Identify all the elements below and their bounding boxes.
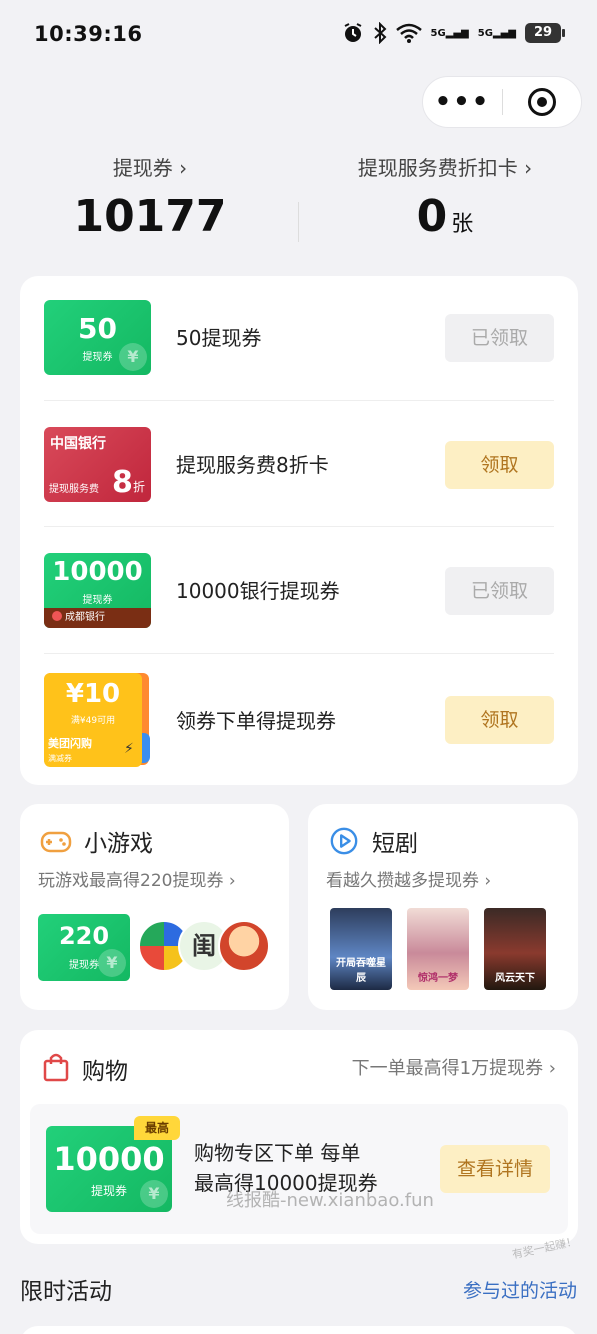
game-avatars: 闺 <box>138 920 272 978</box>
thumb-service: 提现服务费 <box>49 484 99 495</box>
alarm-icon <box>344 23 361 42</box>
discount-card-count: 0张 <box>416 191 474 242</box>
cdb-strip: 成都银行 <box>44 608 151 628</box>
thumb-discount-unit: 折 <box>133 480 146 494</box>
reward-row-50-coupon: 50 提现券 ¥ 50提现券 已领取 <box>44 300 554 376</box>
thumb-amount: 10000 <box>52 557 143 587</box>
thumb-label: 提现券 <box>82 595 113 606</box>
mini-games-card[interactable]: 小游戏 玩游戏最高得220提现券 › 220 提现券 ¥ 闺 <box>20 804 289 1010</box>
watermark: 线报酷-new.xianbao.fun <box>226 1190 434 1211</box>
network-type-2: 5G <box>477 27 493 39</box>
row-divider <box>44 526 554 527</box>
target-icon <box>527 88 556 116</box>
thumb-amount: 50 <box>78 312 117 345</box>
discount-card-summary[interactable]: 提现服务费折扣卡 › 0张 <box>340 152 550 242</box>
thumb-bank: 成都银行 <box>65 612 105 623</box>
coupon-label: 提现券 › <box>112 156 188 180</box>
signal-icon-2: 5G▂▄▆ <box>477 27 516 39</box>
short-drama-subtitle[interactable]: 看越久攒越多提现券 › <box>326 866 491 891</box>
thumb-kind: 满减券 <box>48 754 72 763</box>
short-drama-card[interactable]: 短剧 看越久攒越多提现券 › 开局吞噬星辰 惊鸿一梦 风云天下 <box>308 804 578 1010</box>
game-coupon-thumbnail: 220 提现券 ¥ <box>38 914 130 981</box>
play-icon <box>330 827 358 855</box>
shopping-title: 购物 <box>82 1059 128 1085</box>
claimed-button[interactable]: 已领取 <box>445 567 554 615</box>
boc-card-thumbnail: 中国银行 提现服务费 8 折 <box>44 427 151 502</box>
network-type-1: 5G <box>430 27 446 39</box>
meituan-coupon-thumbnail: ¥10 满¥49可用 美团闪购 满减券 ⚡ <box>44 673 151 767</box>
row-divider <box>44 400 554 401</box>
activities-card-top <box>20 1326 578 1334</box>
discount-card-label: 提现服务费折扣卡 › <box>357 156 533 180</box>
reward-name: 领券下单得提现券 <box>176 709 336 733</box>
summary-divider <box>298 202 299 242</box>
thumb-amount: ¥10 <box>65 679 121 709</box>
mini-games-title: 小游戏 <box>84 831 153 857</box>
close-miniprogram-button[interactable] <box>503 88 581 116</box>
reward-name: 10000银行提现券 <box>176 579 340 603</box>
signal-icon: 5G▂▄▆ <box>430 27 469 39</box>
thumb-bank: 中国银行 <box>50 436 106 452</box>
thumb-brand: 美团闪购 <box>48 737 92 750</box>
drama-poster[interactable]: 惊鸿一梦 <box>407 908 469 990</box>
status-time: 10:39:16 <box>34 22 143 46</box>
shopping-more-link[interactable]: 下一单最高得1万提现券 › <box>352 1054 556 1080</box>
coupon-50-thumbnail: 50 提现券 ¥ <box>44 300 151 375</box>
reward-name: 提现服务费8折卡 <box>176 453 329 477</box>
mini-games-subtitle[interactable]: 玩游戏最高得220提现券 › <box>38 866 236 891</box>
battery-icon: 29 <box>525 23 565 43</box>
reward-name: 50提现券 <box>176 326 262 350</box>
coupon-summary[interactable]: 提现券 › 10177 <box>50 152 250 242</box>
reward-row-bank-coupon: 10000 提现券 成都银行 10000银行提现券 已领取 <box>44 553 554 629</box>
miniprogram-capsule: ••• <box>422 76 582 128</box>
thumb-condition: 满¥49可用 <box>70 716 116 726</box>
shopping-bag-icon <box>43 1053 69 1082</box>
coupon-count: 10177 <box>73 191 227 242</box>
claim-button[interactable]: 领取 <box>445 696 554 744</box>
limited-activities-title: 限时活动 <box>20 1279 112 1305</box>
rewards-card: 50 提现券 ¥ 50提现券 已领取 中国银行 提现服务费 8 折 提现服务费8… <box>20 276 578 785</box>
row-divider <box>44 653 554 654</box>
reward-row-meituan: ¥10 满¥49可用 美团闪购 满减券 ⚡ 领券下单得提现券 领取 <box>44 673 554 767</box>
yen-icon: ¥ <box>140 1180 168 1208</box>
claim-button[interactable]: 领取 <box>445 441 554 489</box>
thumb-amount: 220 <box>58 922 110 950</box>
bolt-icon: ⚡ <box>124 741 134 757</box>
drama-poster[interactable]: 风云天下 <box>484 908 546 990</box>
shopping-promo: 10000 提现券 ¥ 最高 购物专区下单 每单 最高得10000提现券 查看详… <box>30 1104 568 1234</box>
gamepad-icon <box>40 831 72 853</box>
summary-panel: 提现券 › 10177 提现服务费折扣卡 › 0张 <box>0 152 597 252</box>
status-bar: 10:39:16 5G▂▄▆ 5G▂▄▆ 29 <box>0 0 597 72</box>
claimed-button[interactable]: 已领取 <box>445 314 554 362</box>
yen-icon: ¥ <box>119 343 147 371</box>
short-drama-title: 短剧 <box>372 831 418 857</box>
reward-row-discount-card: 中国银行 提现服务费 8 折 提现服务费8折卡 领取 <box>44 427 554 503</box>
thumb-amount: 10000 <box>53 1140 165 1178</box>
status-icons: 5G▂▄▆ 5G▂▄▆ 29 <box>342 22 565 44</box>
wifi-icon <box>395 23 422 43</box>
bluetooth-icon <box>373 22 386 44</box>
thumb-discount: 8 <box>112 465 133 500</box>
yen-icon: ¥ <box>98 949 126 977</box>
coupon-front: ¥10 满¥49可用 美团闪购 满减券 ⚡ <box>44 673 142 767</box>
desc-line-1: 购物专区下单 每单 <box>194 1141 361 1165</box>
joined-activities-link[interactable]: 参与过的活动 <box>463 1276 577 1303</box>
view-details-button[interactable]: 查看详情 <box>440 1145 550 1193</box>
bank-coupon-thumbnail: 10000 提现券 成都银行 <box>44 553 151 628</box>
max-badge: 最高 <box>134 1116 180 1140</box>
bank-logo-icon <box>52 611 62 621</box>
game-avatar-character <box>218 920 270 972</box>
more-icon[interactable]: ••• <box>423 76 502 128</box>
drama-poster[interactable]: 开局吞噬星辰 <box>330 908 392 990</box>
